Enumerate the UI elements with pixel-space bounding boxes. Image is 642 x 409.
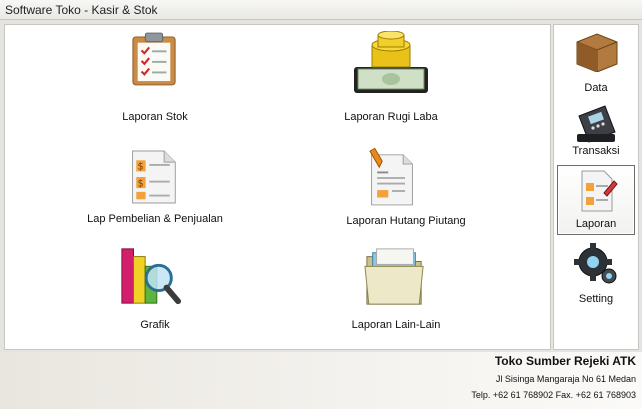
report-menu-panel: Laporan Stok Laporan Rugi Laba $ $ Lap P… xyxy=(4,24,551,350)
menu-laporan-rugi-laba[interactable]: Laporan Rugi Laba xyxy=(321,27,461,127)
svg-text:$: $ xyxy=(138,178,144,189)
menu-label: Lap Pembelian & Penjualan xyxy=(87,213,223,225)
menu-laporan-stok[interactable]: Laporan Stok xyxy=(85,27,225,127)
menu-label: Laporan Hutang Piutang xyxy=(346,215,466,227)
footer-store-info: Toko Sumber Rejeki ATK Jl Sisinga Mangar… xyxy=(0,352,642,409)
card-terminal-icon xyxy=(577,105,616,143)
menu-label: Grafik xyxy=(140,319,170,331)
menu-laporan-hutang-piutang[interactable]: Laporan Hutang Piutang xyxy=(321,145,491,231)
sidebar-nav: Data Transaksi Laporan Setting xyxy=(553,24,639,350)
sidebar-item-data[interactable]: Data xyxy=(557,25,635,95)
dollar-document-icon: $ $ xyxy=(132,150,176,204)
bar-chart-magnifier-icon xyxy=(121,248,182,305)
money-stack-icon xyxy=(354,31,428,93)
store-contact: Telp. +62 61 768902 Fax. +62 61 768903 xyxy=(471,390,636,400)
store-address: Jl Sisinga Mangaraja No 61 Medan xyxy=(495,374,636,384)
sidebar-item-transaksi[interactable]: Transaksi xyxy=(557,97,635,167)
sidebar-item-label: Data xyxy=(584,82,608,94)
sidebar-item-label: Transaksi xyxy=(572,145,620,157)
sidebar-item-laporan[interactable]: Laporan xyxy=(557,165,635,235)
clipboard-checklist-icon xyxy=(132,32,176,86)
gears-icon xyxy=(574,243,617,284)
pen-document-icon xyxy=(369,147,413,206)
svg-text:$: $ xyxy=(138,162,144,173)
title-bar: Software Toko - Kasir & Stok xyxy=(0,0,642,20)
sidebar-item-setting[interactable]: Setting xyxy=(557,239,635,309)
menu-label: Laporan Lain-Lain xyxy=(351,319,441,331)
sidebar-item-label: Setting xyxy=(578,293,614,305)
menu-laporan-lain-lain[interactable]: Laporan Lain-Lain xyxy=(321,243,471,335)
window-title: Software Toko - Kasir & Stok xyxy=(5,3,158,17)
cardboard-box-icon xyxy=(576,33,618,72)
menu-label: Laporan Rugi Laba xyxy=(344,111,438,123)
sidebar-item-label: Laporan xyxy=(575,218,617,230)
menu-label: Laporan Stok xyxy=(122,111,188,123)
report-document-icon xyxy=(581,170,618,212)
menu-lap-pembelian-penjualan[interactable]: $ $ Lap Pembelian & Penjualan xyxy=(75,145,235,231)
folder-icon xyxy=(364,248,424,305)
menu-grafik[interactable]: Grafik xyxy=(85,237,225,337)
store-name: Toko Sumber Rejeki ATK xyxy=(494,354,636,368)
